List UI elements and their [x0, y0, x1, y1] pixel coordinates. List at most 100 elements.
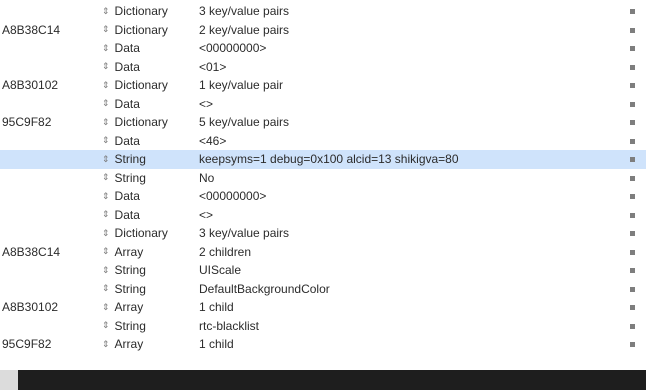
- up-down-stepper-icon[interactable]: ⇕: [102, 302, 110, 312]
- row-type-label: Data: [114, 207, 140, 222]
- up-down-stepper-icon[interactable]: ⇕: [102, 173, 110, 182]
- up-down-stepper-icon[interactable]: ⇕: [102, 265, 110, 275]
- row-handle-icon[interactable]: [630, 323, 635, 329]
- row-handle-icon[interactable]: [630, 138, 635, 144]
- row-value[interactable]: 1 child: [199, 337, 619, 351]
- row-value[interactable]: 3 key/value pairs: [199, 4, 619, 18]
- row-handle-icon[interactable]: [630, 101, 635, 107]
- table-row[interactable]: A8B38C14 ⇕ Array 2 children: [0, 243, 646, 262]
- up-down-stepper-icon[interactable]: ⇕: [102, 247, 110, 256]
- row-value[interactable]: <01>: [199, 60, 619, 74]
- row-handle-icon[interactable]: [630, 64, 635, 70]
- row-value[interactable]: <00000000>: [199, 189, 619, 203]
- up-down-stepper-icon[interactable]: ⇕: [102, 117, 110, 127]
- row-type-popup[interactable]: ⇕ Dictionary: [102, 78, 194, 92]
- row-handle-icon[interactable]: [630, 286, 635, 292]
- table-row[interactable]: A8B30102 ⇕ Array 1 child: [0, 298, 646, 317]
- table-row[interactable]: ⇕ String No: [0, 169, 646, 188]
- row-handle-icon[interactable]: [630, 27, 635, 33]
- bottom-left-corner: [0, 370, 18, 390]
- table-row[interactable]: A8B30102 ⇕ Dictionary 1 key/value pair: [0, 76, 646, 95]
- table-row[interactable]: 95C9F82 ⇕ Array 1 child: [0, 335, 646, 354]
- up-down-stepper-icon[interactable]: ⇕: [102, 80, 110, 90]
- row-handle-icon[interactable]: [630, 157, 635, 162]
- row-handle-icon[interactable]: [630, 120, 635, 125]
- table-row[interactable]: ⇕ Data <01>: [0, 58, 646, 77]
- row-type-popup[interactable]: ⇕ String: [102, 263, 194, 277]
- row-value[interactable]: 3 key/value pairs: [199, 226, 619, 240]
- up-down-stepper-icon[interactable]: ⇕: [102, 154, 110, 164]
- row-type-popup[interactable]: ⇕ Data: [102, 60, 194, 74]
- up-down-stepper-icon[interactable]: ⇕: [102, 228, 110, 238]
- row-handle-icon[interactable]: [630, 175, 635, 181]
- row-type-popup[interactable]: ⇕ Array: [102, 245, 194, 259]
- table-row[interactable]: A8B38C14 ⇕ Dictionary 2 key/value pairs: [0, 21, 646, 40]
- row-key: A8B30102: [2, 78, 59, 93]
- up-down-stepper-icon[interactable]: ⇕: [102, 210, 110, 219]
- row-handle-icon[interactable]: [630, 9, 635, 14]
- up-down-stepper-icon[interactable]: ⇕: [102, 339, 110, 349]
- table-row[interactable]: ⇕ String keepsyms=1 debug=0x100 alcid=13 s…: [0, 150, 646, 169]
- row-type-label: Dictionary: [114, 115, 168, 130]
- table-row[interactable]: 95C9F82 ⇕ Dictionary 5 key/value pairs: [0, 113, 646, 132]
- row-type-popup[interactable]: ⇕ Data: [102, 208, 194, 222]
- table-row[interactable]: ⇕ Data <>: [0, 95, 646, 114]
- row-type-popup[interactable]: ⇕ Data: [102, 41, 194, 55]
- row-value[interactable]: 1 child: [199, 300, 619, 314]
- row-handle-icon[interactable]: [630, 212, 635, 218]
- row-value[interactable]: <>: [199, 97, 619, 111]
- up-down-stepper-icon[interactable]: ⇕: [102, 136, 110, 145]
- row-handle-icon[interactable]: [630, 305, 635, 310]
- row-type-popup[interactable]: ⇕ Dictionary: [102, 226, 194, 240]
- row-value[interactable]: <00000000>: [199, 41, 619, 55]
- table-row[interactable]: ⇕ Dictionary 3 key/value pairs: [0, 2, 646, 21]
- row-value[interactable]: <>: [199, 208, 619, 222]
- row-type-popup[interactable]: ⇕ Data: [102, 189, 194, 203]
- row-type-popup[interactable]: ⇕ Dictionary: [102, 4, 194, 18]
- row-type-popup[interactable]: ⇕ String: [102, 319, 194, 333]
- row-type-popup[interactable]: ⇕ String: [102, 152, 194, 166]
- row-value[interactable]: 1 key/value pair: [199, 78, 619, 92]
- table-row[interactable]: ⇕ Data <00000000>: [0, 187, 646, 206]
- table-row[interactable]: ⇕ String rtc-blacklist: [0, 317, 646, 336]
- up-down-stepper-icon[interactable]: ⇕: [102, 284, 110, 293]
- row-value[interactable]: UIScale: [199, 263, 619, 277]
- row-type-popup[interactable]: ⇕ Dictionary: [102, 115, 194, 129]
- up-down-stepper-icon[interactable]: ⇕: [102, 191, 110, 201]
- row-value[interactable]: 2 key/value pairs: [199, 23, 619, 37]
- up-down-stepper-icon[interactable]: ⇕: [102, 99, 110, 108]
- up-down-stepper-icon[interactable]: ⇕: [102, 321, 110, 330]
- row-type-label: Array: [114, 244, 144, 259]
- row-value[interactable]: keepsyms=1 debug=0x100 alcid=13 shikigva…: [199, 152, 619, 166]
- table-row[interactable]: ⇕ String UIScale: [0, 261, 646, 280]
- row-handle-icon[interactable]: [630, 268, 635, 273]
- row-value[interactable]: No: [199, 171, 619, 185]
- row-value[interactable]: 2 children: [199, 245, 619, 259]
- row-type-popup[interactable]: ⇕ String: [102, 282, 194, 296]
- row-handle-icon[interactable]: [630, 194, 635, 199]
- row-handle-icon[interactable]: [630, 46, 635, 51]
- table-row[interactable]: ⇕ Dictionary 3 key/value pairs: [0, 224, 646, 243]
- row-type-popup[interactable]: ⇕ Array: [102, 337, 194, 351]
- up-down-stepper-icon[interactable]: ⇕: [102, 6, 110, 16]
- row-type-popup[interactable]: ⇕ String: [102, 171, 194, 185]
- table-row[interactable]: ⇕ Data <46>: [0, 132, 646, 151]
- row-value[interactable]: DefaultBackgroundColor: [199, 282, 619, 296]
- table-row[interactable]: ⇕ String DefaultBackgroundColor: [0, 280, 646, 299]
- up-down-stepper-icon[interactable]: ⇕: [102, 25, 110, 34]
- row-handle-icon[interactable]: [630, 83, 635, 88]
- up-down-stepper-icon[interactable]: ⇕: [102, 62, 110, 71]
- row-value[interactable]: 5 key/value pairs: [199, 115, 619, 129]
- row-type-popup[interactable]: ⇕ Data: [102, 97, 194, 111]
- row-value[interactable]: <46>: [199, 134, 619, 148]
- row-type-popup[interactable]: ⇕ Dictionary: [102, 23, 194, 37]
- row-type-popup[interactable]: ⇕ Data: [102, 134, 194, 148]
- row-handle-icon[interactable]: [630, 231, 635, 236]
- row-handle-icon[interactable]: [630, 342, 635, 347]
- table-row[interactable]: ⇕ Data <00000000>: [0, 39, 646, 58]
- row-handle-icon[interactable]: [630, 249, 635, 255]
- up-down-stepper-icon[interactable]: ⇕: [102, 43, 110, 53]
- row-value[interactable]: rtc-blacklist: [199, 319, 619, 333]
- row-type-popup[interactable]: ⇕ Array: [102, 300, 194, 314]
- table-row[interactable]: ⇕ Data <>: [0, 206, 646, 225]
